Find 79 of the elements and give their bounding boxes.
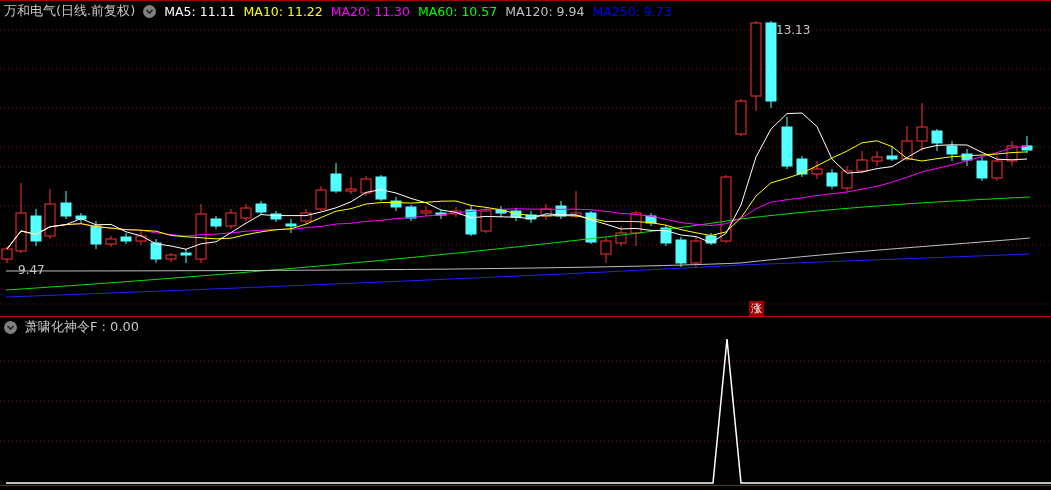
- candlestick: [705, 232, 717, 246]
- candlestick: [120, 232, 132, 245]
- candlestick: [570, 190, 582, 219]
- candlestick: [135, 230, 147, 246]
- candlestick: [525, 210, 537, 224]
- candlestick: [420, 205, 432, 217]
- candlestick: [315, 185, 327, 212]
- candlestick: [300, 208, 312, 226]
- candlestick: [1006, 140, 1018, 167]
- candlestick: [1021, 135, 1033, 154]
- candlestick: [781, 116, 793, 170]
- candlestick: [555, 200, 567, 220]
- candlestick: [44, 188, 56, 240]
- candlestick: [600, 236, 612, 264]
- candlestick: [345, 176, 357, 195]
- candlestick: [15, 182, 27, 254]
- candlestick: [165, 252, 177, 263]
- dropdown-icon[interactable]: [4, 320, 17, 334]
- candlestick: [585, 210, 597, 245]
- high-price-label: 13.13: [776, 23, 811, 37]
- candlestick: [450, 206, 462, 218]
- candlestick: [105, 235, 117, 248]
- candlestick: [285, 218, 297, 234]
- candlestick: [195, 203, 207, 264]
- low-price-label: 9.47: [18, 263, 45, 277]
- candlestick: [435, 209, 447, 220]
- candlestick: [390, 196, 402, 212]
- candlestick: [871, 150, 883, 167]
- candlestick: [225, 208, 237, 230]
- candlestick: [180, 248, 192, 264]
- moving-average-value: MA60: 10.57: [418, 3, 498, 19]
- rise-badge: 涨: [749, 301, 764, 316]
- candlestick: [210, 215, 222, 230]
- indicator-title: 萧啸化神令F : 0.00: [25, 318, 140, 336]
- moving-average-value: MA120: 9.94: [505, 3, 585, 19]
- candlestick: [901, 125, 913, 162]
- candlestick: [270, 210, 282, 223]
- candlestick: [826, 168, 838, 190]
- candlestick: [931, 128, 943, 152]
- candlestick: [90, 220, 102, 250]
- candlestick: [916, 102, 928, 152]
- candlestick: [645, 212, 657, 227]
- candlestick: [30, 208, 42, 247]
- candlestick: [886, 145, 898, 162]
- candlestick: [961, 148, 973, 167]
- moving-average-value: MA10: 11.22: [243, 3, 323, 19]
- candlestick: [660, 224, 672, 247]
- candlestick: [255, 200, 267, 216]
- candlestick: [690, 236, 702, 268]
- candlestick: [375, 174, 387, 202]
- candlestick: [360, 175, 372, 197]
- candlestick: [510, 207, 522, 222]
- candlestick: [240, 203, 252, 222]
- candlestick: [495, 205, 507, 218]
- candlestick: [720, 174, 732, 244]
- moving-average-value: MA5: 11.11: [164, 3, 236, 19]
- candlestick: [150, 238, 162, 264]
- candlestick: [630, 210, 642, 247]
- stock-title: 万和电气(日线.前复权): [4, 2, 136, 20]
- candlestick: [615, 225, 627, 247]
- candlestick: [405, 204, 417, 222]
- candlestick: [796, 155, 808, 178]
- candlestick: [675, 236, 687, 268]
- candlestick: [811, 160, 823, 180]
- candlestick: [946, 140, 958, 162]
- candlestick: [540, 203, 552, 221]
- moving-average-value: MA250: 9.73: [592, 3, 672, 19]
- candlestick: [735, 98, 747, 137]
- candlestick: [75, 212, 87, 224]
- candlestick: [465, 205, 477, 237]
- candlestick: [976, 155, 988, 182]
- dropdown-icon[interactable]: [143, 4, 157, 18]
- candlestick: [480, 207, 492, 234]
- candlestick: [330, 162, 342, 194]
- candlestick: [60, 190, 72, 220]
- candlestick: [856, 150, 868, 174]
- candlestick: [841, 165, 853, 192]
- moving-average-value: MA20: 11.30: [330, 3, 410, 19]
- candlestick: [991, 155, 1003, 182]
